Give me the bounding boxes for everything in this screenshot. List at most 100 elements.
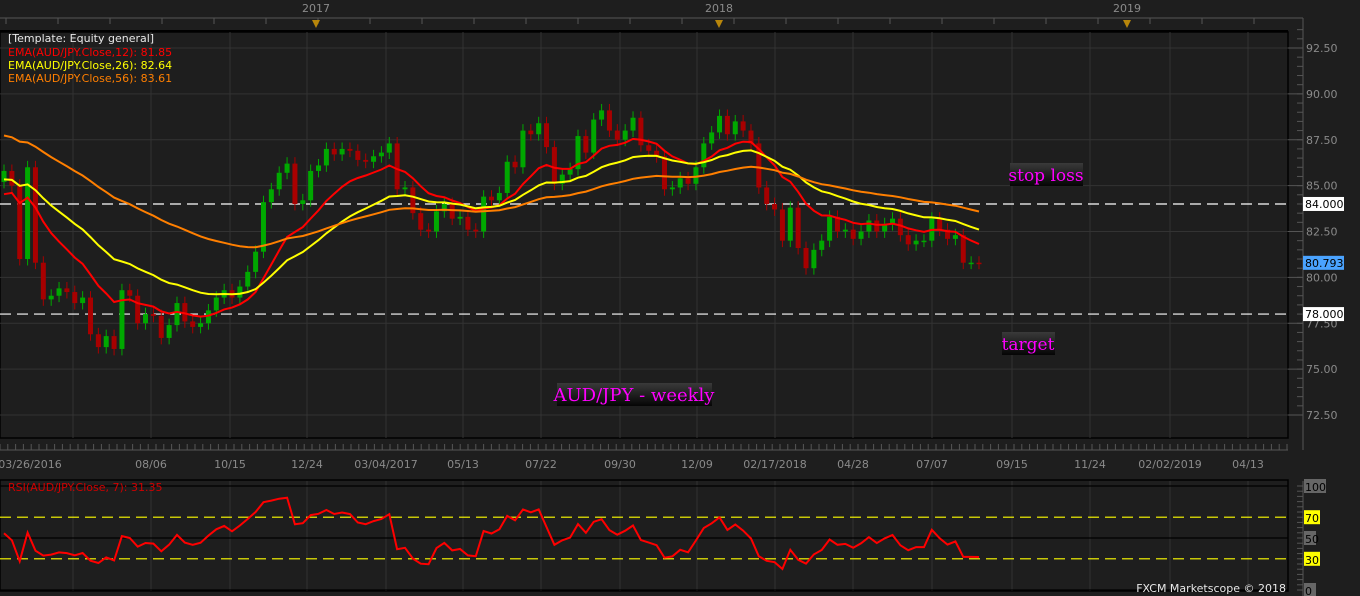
year-label: 2019 (1113, 2, 1141, 15)
candle-down (127, 290, 133, 296)
x-tick-label: 05/13 (447, 458, 479, 471)
candle-up (253, 251, 259, 272)
candle-down (803, 248, 809, 269)
candle-up (371, 156, 377, 162)
rsi-legend: RSI(AUD/JPY.Close, 7): 31.35 (8, 481, 162, 494)
template-label: [Template: Equity general] (8, 32, 154, 45)
price-plot-area (0, 31, 1289, 439)
candle-up (25, 167, 31, 260)
candle-up (308, 170, 314, 201)
candle-up (717, 115, 723, 133)
candle-up (858, 231, 864, 239)
candle-down (331, 148, 337, 155)
year-marker-icon (312, 20, 320, 28)
stop-loss-annotation[interactable]: stop loss (1008, 163, 1084, 186)
candle-down (64, 288, 70, 293)
candle-down (72, 292, 78, 304)
candle-down (87, 297, 93, 335)
x-tick-label: 07/07 (916, 458, 948, 471)
y-tick-label: 75.00 (1306, 363, 1338, 376)
candle-down (355, 150, 361, 160)
candle-down (32, 167, 38, 263)
candle-down (190, 321, 196, 327)
candle-up (143, 314, 149, 324)
target-annotation[interactable]: target (1002, 332, 1055, 355)
candle-down (95, 334, 101, 348)
candle-down (40, 262, 46, 300)
candle-up (166, 325, 172, 338)
candle-up (599, 110, 605, 120)
x-tick-label: 09/15 (996, 458, 1028, 471)
candle-down (724, 115, 730, 135)
level-price-label: 84.000 (1305, 198, 1344, 211)
candle-up (174, 303, 180, 326)
candle-up (921, 240, 927, 243)
candle-up (276, 172, 282, 190)
candle-down (158, 315, 164, 338)
y-tick-label: 80.00 (1306, 271, 1338, 284)
candle-down (9, 170, 15, 186)
level-price-label: 78.000 (1305, 308, 1344, 321)
candle-down (764, 187, 770, 204)
x-tick-label: 03/04/2017 (354, 458, 417, 471)
candle-down (292, 163, 298, 204)
grid (0, 31, 1289, 592)
candle-up (732, 121, 738, 135)
y-tick-label: 90.00 (1306, 88, 1338, 101)
candle-down (976, 262, 982, 265)
candle-up (536, 123, 542, 135)
candle-up (323, 148, 329, 166)
y-tick-label: 87.50 (1306, 134, 1338, 147)
candle-up (787, 207, 793, 241)
candle-down (937, 218, 943, 230)
candle-up (80, 297, 86, 304)
candle-up (378, 152, 384, 157)
candle-up (119, 290, 125, 349)
candle-down (473, 229, 479, 232)
target-label: target (1002, 335, 1055, 355)
candle-down (551, 147, 557, 184)
candle-down (489, 196, 494, 201)
chart-title: AUD/JPY - weekly (553, 385, 716, 406)
candle-down (394, 143, 400, 190)
price-chart[interactable]: 2017 2018 2019 92.50 90.00 87.50 85.00 82.50 80… (0, 0, 1360, 596)
candle-up (237, 286, 243, 298)
candle-down (512, 161, 518, 168)
ema-26-legend: EMA(AUD/JPY.Close,26): 82.64 (8, 59, 172, 72)
candle-up (496, 192, 502, 201)
candle-down (150, 314, 156, 316)
x-tick-label: 08/06 (135, 458, 167, 471)
candle-down (583, 136, 589, 153)
candle-down (111, 336, 117, 349)
candle-up (268, 189, 274, 203)
candle-up (504, 161, 510, 193)
candle-down (646, 145, 652, 151)
candle-down (426, 229, 432, 232)
x-tick-label: 12/09 (681, 458, 713, 471)
candle-up (669, 187, 675, 190)
candle-down (363, 159, 369, 162)
candle-down (661, 156, 667, 190)
candle-up (913, 240, 919, 245)
candle-up (701, 143, 707, 168)
candle-up (245, 271, 251, 287)
candle-down (17, 185, 23, 260)
candle-up (677, 178, 683, 188)
candle-down (418, 213, 424, 230)
candle-down (850, 229, 856, 239)
x-tick-label: 10/15 (214, 458, 246, 471)
x-tick-label: 09/30 (604, 458, 636, 471)
candle-up (284, 163, 290, 173)
y-tick-label: 85.00 (1306, 180, 1338, 193)
candle-up (316, 165, 322, 171)
candle-down (960, 235, 966, 263)
candle-up (481, 196, 487, 232)
chart-title-annotation[interactable]: AUD/JPY - weekly (553, 383, 716, 406)
candle-up (339, 148, 345, 155)
candle-up (866, 220, 872, 232)
candle-down (606, 110, 612, 131)
candle-up (300, 200, 306, 204)
x-tick-label: 07/22 (525, 458, 557, 471)
candle-up (567, 169, 573, 175)
candle-down (347, 148, 353, 151)
